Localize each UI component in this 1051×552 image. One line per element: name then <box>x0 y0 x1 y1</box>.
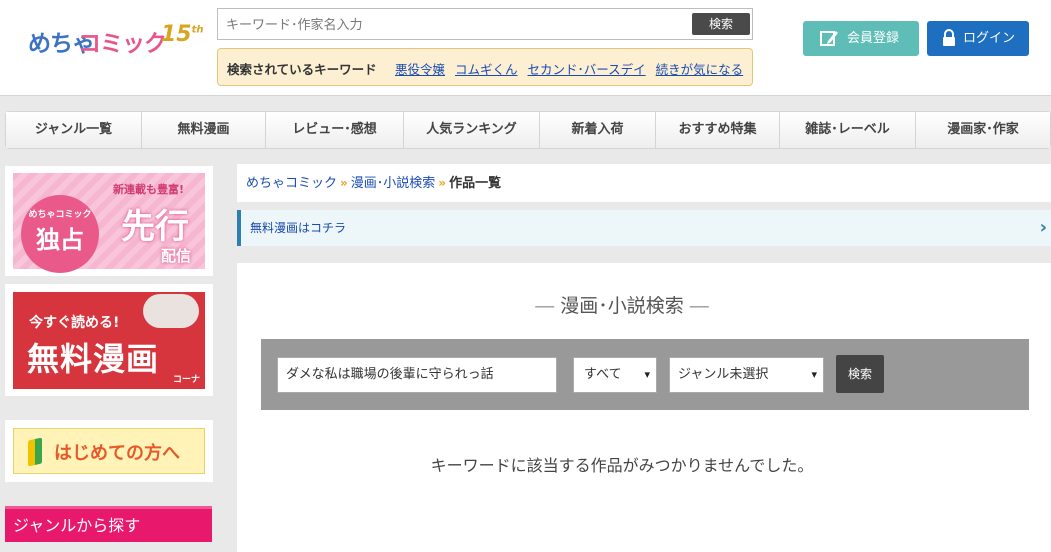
free-manga-banner[interactable]: 今すぐ読める! 無料漫画 コーナー <box>5 284 213 396</box>
nav-item-authors[interactable]: 漫画家･作家 <box>916 112 1050 148</box>
genre-select[interactable]: ジャンル未選択 ▾ <box>669 357 824 393</box>
exclusive-badge: めちゃコミック 独占 <box>21 195 99 273</box>
logo-anniversary: 15th <box>161 22 204 47</box>
banner-tagline: 新連載も豊富! <box>113 183 185 196</box>
global-nav: ジャンル一覧 無料漫画 レビュー･感想 人気ランキング 新着入荷 おすすめ特集 … <box>5 111 1051 149</box>
login-label: ログイン <box>963 31 1016 46</box>
nav-item-genre-list[interactable]: ジャンル一覧 <box>6 112 142 148</box>
dust-cloud-illustration <box>143 294 199 328</box>
register-button[interactable]: 会員登録 <box>803 21 919 56</box>
nav-item-ranking[interactable]: 人気ランキング <box>404 112 540 148</box>
search-panel: ― 漫画･小説検索 ― ダメな私は職場の後輩に守られっ話 すべて ▾ ジャンル未… <box>237 263 1051 552</box>
register-label: 会員登録 <box>847 31 900 46</box>
popular-keyword-link[interactable]: コムギくん <box>455 62 518 77</box>
free-manga-link[interactable]: 無料漫画はコチラ › <box>237 210 1051 246</box>
genre-search-heading: ジャンルから探す <box>5 506 212 542</box>
header-search: 検索 <box>217 8 753 40</box>
search-submit-button[interactable]: 検索 <box>836 355 884 393</box>
popular-keyword-link[interactable]: 続きが気になる <box>656 62 744 77</box>
logo-text-comic: コミック <box>78 31 167 57</box>
popular-keywords-box: 検索されているキーワード 悪役令嬢 コムギくん セカンド･バースデイ 続きが気に… <box>217 48 753 86</box>
popular-keyword-link[interactable]: 悪役令嬢 <box>395 62 445 77</box>
nav-item-features[interactable]: おすすめ特集 <box>656 112 780 148</box>
scope-select[interactable]: すべて ▾ <box>573 357 657 393</box>
chevron-double-right-icon: » <box>340 176 348 190</box>
chevron-down-icon: ▾ <box>644 368 650 381</box>
exclusive-preview-banner[interactable]: めちゃコミック 独占 新連載も豊富! 先行 配信 <box>5 166 213 276</box>
lock-icon <box>942 21 956 70</box>
breadcrumb-link-search[interactable]: 漫画･小説検索 <box>351 176 436 191</box>
nav-item-reviews[interactable]: レビュー･感想 <box>266 112 404 148</box>
no-results-message: キーワードに該当する作品がみつかりませんでした。 <box>430 456 814 475</box>
search-form: ダメな私は職場の後輩に守られっ話 すべて ▾ ジャンル未選択 ▾ 検索 <box>261 339 1029 410</box>
site-header: めちゃ コミック 15th 検索 検索されているキーワード 悪役令嬢 コムギくん… <box>0 0 1051 96</box>
nav-item-free-manga[interactable]: 無料漫画 <box>142 112 266 148</box>
banner-tagline: 今すぐ読める! <box>29 315 120 331</box>
site-logo[interactable]: めちゃ コミック 15th <box>28 22 204 62</box>
login-button[interactable]: ログイン <box>927 21 1029 56</box>
edit-icon <box>820 21 838 70</box>
banner-main-text: 無料漫画 <box>27 340 160 378</box>
popular-keywords-list: 悪役令嬢 コムギくん セカンド･バースデイ 続きが気になる <box>395 59 749 78</box>
header-search-input[interactable] <box>226 14 686 36</box>
banner-main-text: 先行 <box>121 207 189 247</box>
chevron-right-icon: › <box>1039 217 1047 238</box>
free-manga-link-label: 無料漫画はコチラ <box>250 221 347 235</box>
banner-sub-text: 配信 <box>161 247 192 265</box>
beginners-guide-banner[interactable]: はじめての方へ <box>5 420 213 482</box>
breadcrumb-link-home[interactable]: めちゃコミック <box>246 176 337 191</box>
beginner-mark-icon <box>28 437 42 467</box>
nav-item-new-arrivals[interactable]: 新着入荷 <box>540 112 656 148</box>
chevron-down-icon: ▾ <box>811 368 817 381</box>
sidebar: めちゃコミック 独占 新連載も豊富! 先行 配信 今すぐ読める! 無料漫画 コー… <box>0 158 218 552</box>
banner-sub-text: コーナー <box>173 375 201 389</box>
header-search-button[interactable]: 検索 <box>692 13 750 35</box>
nav-item-magazines[interactable]: 雑誌･レーベル <box>780 112 916 148</box>
popular-keywords-title: 検索されているキーワード <box>227 62 377 77</box>
breadcrumb: めちゃコミック» 漫画･小説検索» 作品一覧 <box>237 164 1051 202</box>
breadcrumb-current: 作品一覧 <box>449 176 502 191</box>
keyword-input[interactable]: ダメな私は職場の後輩に守られっ話 <box>277 357 557 393</box>
popular-keyword-link[interactable]: セカンド･バースデイ <box>528 62 646 77</box>
banner-label: はじめての方へ <box>54 443 180 464</box>
search-panel-title: ― 漫画･小説検索 ― <box>535 295 709 317</box>
chevron-double-right-icon: » <box>438 176 447 190</box>
